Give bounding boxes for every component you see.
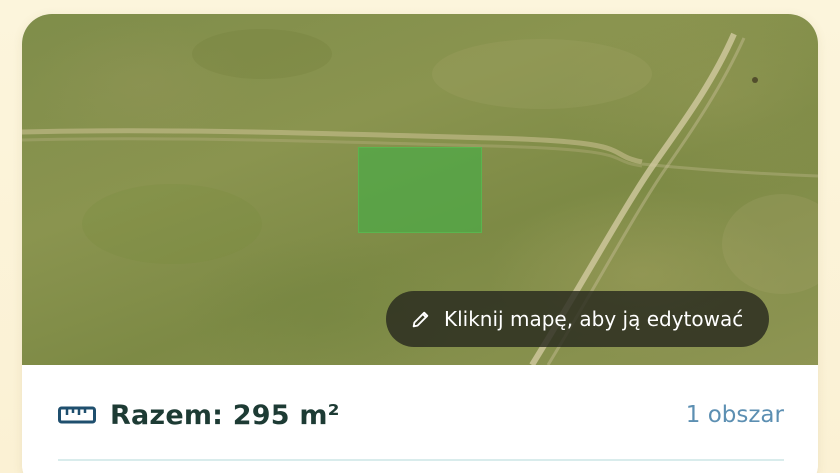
page: Kliknij mapę, aby ją edytować Razem: 295… xyxy=(0,0,840,473)
edit-hint-label: Kliknij mapę, aby ją edytować xyxy=(444,307,744,331)
area-card: Kliknij mapę, aby ją edytować Razem: 295… xyxy=(22,14,818,473)
selected-area-polygon[interactable] xyxy=(358,147,482,233)
ruler-icon xyxy=(58,404,96,426)
divider xyxy=(58,459,784,461)
total-area-label: Razem: 295 m² xyxy=(110,399,340,431)
satellite-map[interactable]: Kliknij mapę, aby ją edytować xyxy=(22,14,818,365)
pencil-icon xyxy=(410,308,432,330)
edit-map-hint-button[interactable]: Kliknij mapę, aby ją edytować xyxy=(386,291,770,347)
area-summary: Razem: 295 m² 1 obszar xyxy=(22,365,818,473)
summary-row: Razem: 295 m² 1 obszar xyxy=(58,395,784,435)
area-count-link[interactable]: 1 obszar xyxy=(686,402,784,428)
